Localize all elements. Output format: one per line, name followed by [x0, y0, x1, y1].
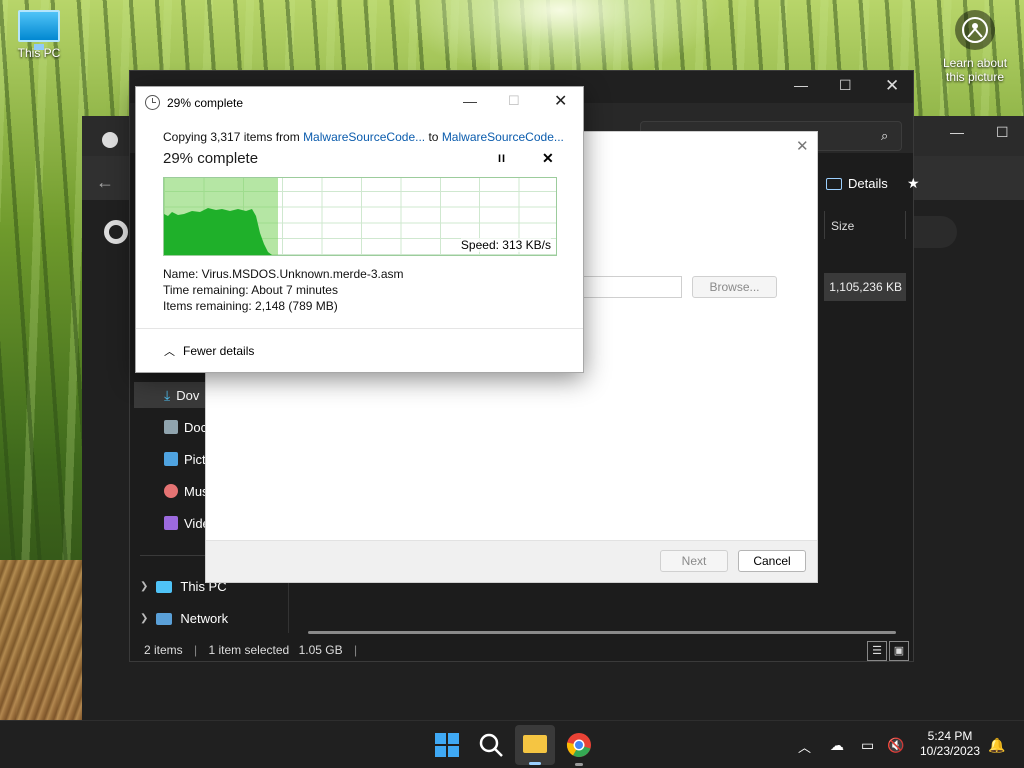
status-item-count: 2 items: [144, 643, 183, 657]
transfer-speed-graph: Speed: 313 KB/s: [163, 177, 557, 256]
github-icon[interactable]: [102, 132, 118, 148]
music-icon: [164, 484, 178, 498]
notification-bell-icon[interactable]: 🔔: [988, 737, 1005, 754]
pictures-icon: [164, 452, 178, 466]
details-button[interactable]: Details: [826, 176, 888, 191]
items-remaining-line: Items remaining: 2,148 (789 MB): [163, 299, 338, 313]
nav-label: Pict: [184, 451, 206, 467]
taskbar: ︿ ☁ ▭ 🔇 5:24 PM 10/23/2023 🔔: [0, 720, 1024, 768]
copying-prefix: Copying 3,317 items from: [163, 130, 304, 144]
source-link[interactable]: MalwareSourceCode...: [303, 130, 425, 144]
search-icon[interactable]: [478, 732, 504, 758]
tree-label: Network: [180, 611, 229, 626]
learn-label-line1: Learn about: [942, 56, 1008, 70]
running-indicator: [575, 763, 583, 766]
explorer-close-icon[interactable]: ✕: [885, 76, 899, 96]
chevron-up-icon: ︿: [164, 346, 175, 358]
system-clock[interactable]: 5:24 PM 10/23/2023: [910, 729, 990, 759]
details-pane-icon: [826, 177, 842, 190]
chrome-icon[interactable]: [566, 732, 592, 766]
wallpaper-foreground: [0, 560, 90, 720]
copy-maximize-icon[interactable]: ☐: [508, 93, 520, 109]
copy-progress-dialog: 29% complete — ☐ ✕ Copying 3,317 items f…: [135, 86, 584, 373]
wizard-close-icon[interactable]: ✕: [796, 137, 809, 155]
details-label: Details: [848, 176, 888, 191]
clock-time: 5:24 PM: [927, 729, 973, 743]
network-icon: [156, 612, 173, 625]
wizard-footer: Next Cancel: [206, 540, 817, 582]
copy-minimize-icon[interactable]: —: [463, 93, 477, 109]
onedrive-cloud-icon[interactable]: ☁: [830, 737, 844, 754]
nav-label: Doc: [184, 419, 208, 435]
progress-heading: 29% complete: [163, 150, 259, 167]
status-selected: 1 item selected: [208, 643, 290, 657]
active-indicator: [529, 762, 541, 765]
desktop-icon-this-pc[interactable]: This PC: [14, 10, 64, 60]
clock-icon: [145, 95, 160, 110]
this-pc-icon: [156, 580, 173, 593]
cancel-copy-icon[interactable]: ✕: [542, 150, 554, 167]
download-icon: ⤓: [164, 386, 171, 403]
chevron-right-icon[interactable]: ❯: [140, 613, 148, 624]
size-cell[interactable]: 1,105,236 KB: [824, 273, 906, 301]
show-hidden-icons-chevron-icon[interactable]: ︿: [798, 737, 811, 756]
desktop-icon-learn-about-picture[interactable]: Learn about this picture: [938, 10, 1012, 84]
next-button[interactable]: Next: [660, 550, 728, 572]
network-monitor-icon[interactable]: ▭: [861, 737, 874, 754]
status-bar: 2 items | 1 item selected 1.05 GB |: [144, 643, 358, 657]
monitor-icon: [18, 10, 60, 50]
browse-button[interactable]: Browse...: [692, 276, 777, 298]
favorite-star-icon[interactable]: ★: [907, 175, 920, 192]
status-size: 1.05 GB: [298, 643, 343, 657]
fewer-details-toggle[interactable]: ︿ Fewer details: [164, 343, 254, 359]
destination-link[interactable]: MalwareSourceCode...: [442, 130, 564, 144]
back-arrow-icon[interactable]: ←: [96, 172, 114, 193]
folder-icon: [523, 735, 547, 753]
to-word: to: [425, 130, 442, 144]
clock-date: 10/23/2023: [919, 744, 981, 758]
chevron-right-icon[interactable]: ❯: [140, 581, 148, 592]
explorer-maximize-icon[interactable]: ☐: [839, 77, 852, 94]
details-view-icon[interactable]: ☰: [867, 641, 887, 661]
tiles-view-icon[interactable]: ▣: [889, 641, 909, 661]
file-name-line: Name: Virus.MSDOS.Unknown.merde-3.asm: [163, 267, 404, 281]
size-column-header[interactable]: Size: [824, 211, 906, 239]
dialog-divider: [136, 328, 583, 329]
copy-title-bar: 29% complete — ☐ ✕: [136, 87, 583, 117]
search-icon: ⌕: [881, 128, 889, 143]
volume-muted-icon[interactable]: 🔇: [887, 737, 904, 754]
pause-icon[interactable]: II: [498, 153, 506, 165]
start-windows-icon[interactable]: [434, 732, 460, 758]
cancel-button[interactable]: Cancel: [738, 550, 806, 572]
learn-label-line2: this picture: [945, 70, 1005, 84]
maximize-icon[interactable]: ☐: [996, 124, 1009, 141]
camera-info-icon: [955, 10, 995, 50]
time-remaining-line: Time remaining: About 7 minutes: [163, 283, 338, 297]
file-explorer-taskbar-button[interactable]: [515, 725, 555, 765]
fewer-details-label: Fewer details: [183, 344, 255, 358]
chrome-tab-icon[interactable]: [104, 220, 128, 244]
tree-item-network[interactable]: ❯ Network: [140, 611, 228, 626]
document-icon: [164, 420, 178, 434]
minimize-icon[interactable]: —: [950, 124, 964, 140]
horizontal-scrollbar[interactable]: [308, 631, 896, 634]
nav-label: Dov: [176, 387, 200, 403]
copy-window-title: 29% complete: [167, 96, 244, 110]
explorer-minimize-icon[interactable]: —: [794, 77, 808, 93]
video-icon: [164, 516, 178, 530]
speed-label: Speed: 313 KB/s: [460, 238, 551, 252]
copy-summary: Copying 3,317 items from MalwareSourceCo…: [163, 130, 564, 144]
copy-close-icon[interactable]: ✕: [554, 91, 567, 111]
